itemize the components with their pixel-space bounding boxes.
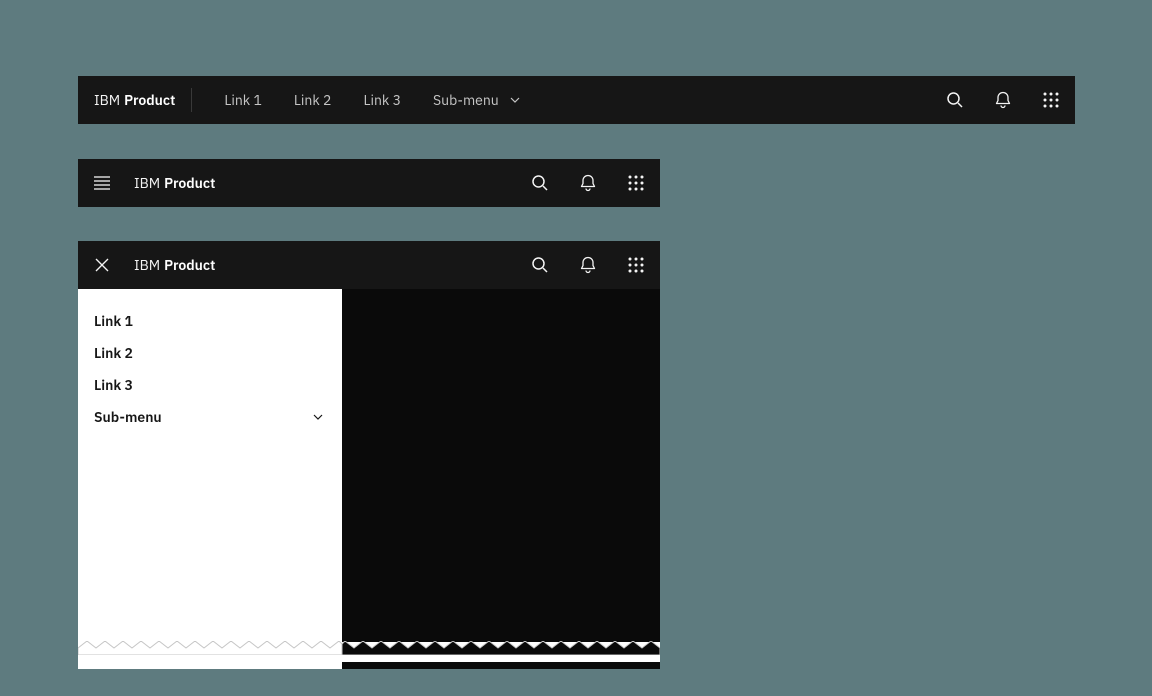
app-switcher-icon bbox=[626, 173, 646, 193]
bell-icon bbox=[578, 173, 598, 193]
app-switcher-button[interactable] bbox=[1027, 76, 1075, 124]
search-icon bbox=[530, 173, 550, 193]
nav-link-3[interactable]: Link 3 bbox=[347, 76, 417, 124]
app-switcher-button[interactable] bbox=[612, 241, 660, 289]
notification-button[interactable] bbox=[564, 241, 612, 289]
expanded-panel: Link 1 Link 2 Link 3 Sub-menu bbox=[78, 289, 660, 669]
content-area bbox=[342, 289, 660, 669]
action-group bbox=[931, 76, 1075, 124]
action-group bbox=[516, 159, 660, 207]
action-group bbox=[516, 241, 660, 289]
brand-name: Product bbox=[164, 174, 215, 192]
header-narrow-expanded: IBM Product bbox=[78, 241, 660, 289]
nav: Link 1 Link 2 Link 3 Sub-menu bbox=[208, 76, 538, 124]
brand[interactable]: IBM Product bbox=[126, 256, 231, 274]
side-menu-link-2[interactable]: Link 2 bbox=[78, 337, 342, 369]
chevron-down-icon bbox=[507, 92, 523, 108]
nav-link-2[interactable]: Link 2 bbox=[278, 76, 348, 124]
brand-name: Product bbox=[124, 91, 175, 109]
chevron-down-icon bbox=[310, 409, 326, 425]
side-menu-link-3[interactable]: Link 3 bbox=[78, 369, 342, 401]
menu-close-button[interactable] bbox=[78, 241, 126, 289]
app-switcher-button[interactable] bbox=[612, 159, 660, 207]
side-menu-link-1[interactable]: Link 1 bbox=[78, 305, 342, 337]
notification-button[interactable] bbox=[564, 159, 612, 207]
torn-edge bbox=[78, 642, 660, 662]
brand-prefix: IBM bbox=[134, 256, 160, 274]
close-icon bbox=[92, 255, 112, 275]
search-button[interactable] bbox=[931, 76, 979, 124]
search-button[interactable] bbox=[516, 159, 564, 207]
brand[interactable]: IBM Product bbox=[78, 91, 191, 109]
side-menu-submenu-label: Sub-menu bbox=[94, 408, 162, 426]
divider bbox=[191, 88, 192, 112]
side-menu: Link 1 Link 2 Link 3 Sub-menu bbox=[78, 289, 342, 669]
side-menu-label: Link 2 bbox=[94, 344, 133, 362]
nav-submenu[interactable]: Sub-menu bbox=[417, 76, 539, 124]
header-narrow-collapsed: IBM Product bbox=[78, 159, 660, 207]
hamburger-icon bbox=[92, 173, 112, 193]
side-menu-submenu[interactable]: Sub-menu bbox=[78, 401, 342, 433]
nav-link-1[interactable]: Link 1 bbox=[208, 76, 278, 124]
app-switcher-icon bbox=[1041, 90, 1061, 110]
search-button[interactable] bbox=[516, 241, 564, 289]
brand-name: Product bbox=[164, 256, 215, 274]
search-icon bbox=[530, 255, 550, 275]
bell-icon bbox=[578, 255, 598, 275]
bell-icon bbox=[993, 90, 1013, 110]
app-switcher-icon bbox=[626, 255, 646, 275]
nav-submenu-label: Sub-menu bbox=[433, 91, 499, 109]
side-menu-label: Link 1 bbox=[94, 312, 133, 330]
brand[interactable]: IBM Product bbox=[126, 174, 231, 192]
notification-button[interactable] bbox=[979, 76, 1027, 124]
brand-prefix: IBM bbox=[94, 91, 120, 109]
header-wide: IBM Product Link 1 Link 2 Link 3 Sub-men… bbox=[78, 76, 1075, 124]
menu-toggle-button[interactable] bbox=[78, 159, 126, 207]
brand-prefix: IBM bbox=[134, 174, 160, 192]
side-menu-label: Link 3 bbox=[94, 376, 133, 394]
search-icon bbox=[945, 90, 965, 110]
